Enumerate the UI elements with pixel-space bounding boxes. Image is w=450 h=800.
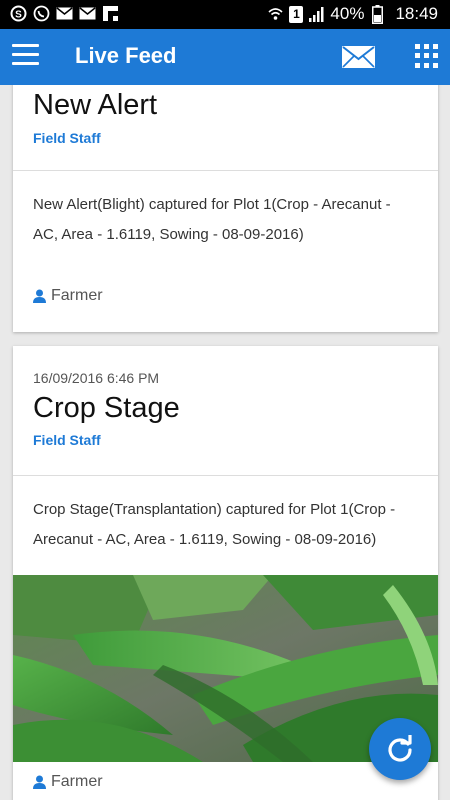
card-subtitle: Field Staff	[33, 130, 101, 146]
status-bar: S 1 40% 18:49	[0, 0, 450, 29]
card-title: New Alert	[33, 89, 158, 121]
app-bar: Live Feed	[0, 29, 450, 85]
apps-grid-button[interactable]	[415, 44, 439, 68]
system-icons: 1 40% 18:49	[267, 4, 438, 24]
whatsapp-icon	[33, 5, 50, 22]
page-title: Live Feed	[75, 43, 177, 68]
card-description: New Alert(Blight) captured for Plot 1(Cr…	[33, 196, 391, 243]
envelope-icon	[342, 46, 375, 68]
menu-button[interactable]	[12, 44, 39, 68]
signal-icon	[308, 6, 325, 23]
card-user-label: Farmer	[51, 287, 103, 304]
refresh-icon	[388, 735, 412, 762]
mail-icon	[79, 5, 96, 22]
svg-text:S: S	[15, 10, 22, 21]
battery-percent: 40%	[330, 4, 365, 23]
grid-icon	[415, 44, 420, 49]
notification-icons: S	[10, 5, 119, 22]
card-user: Farmer	[13, 271, 438, 305]
live-feed-list[interactable]: New Alert Field Staff New Alert(Blight) …	[0, 85, 450, 800]
skype-icon: S	[10, 5, 27, 22]
battery-icon	[369, 4, 386, 24]
messages-button[interactable]	[341, 45, 376, 69]
person-icon	[33, 289, 46, 303]
person-icon	[33, 775, 46, 789]
wifi-calling-icon	[267, 6, 284, 23]
card-date: 16/09/2016 6:46 PM	[33, 370, 160, 386]
card-description: Crop Stage(Transplantation) captured for…	[33, 501, 396, 548]
clock: 18:49	[395, 4, 438, 23]
sim-slot-badge: 1	[289, 5, 304, 23]
feed-card[interactable]: New Alert Field Staff New Alert(Blight) …	[13, 85, 438, 332]
mail-icon	[56, 5, 73, 22]
card-subtitle: Field Staff	[33, 432, 101, 448]
flipboard-icon	[102, 5, 119, 22]
hamburger-icon	[12, 44, 39, 47]
card-title: Crop Stage	[33, 392, 180, 424]
refresh-button[interactable]	[369, 718, 431, 780]
card-user-label: Farmer	[51, 773, 103, 790]
